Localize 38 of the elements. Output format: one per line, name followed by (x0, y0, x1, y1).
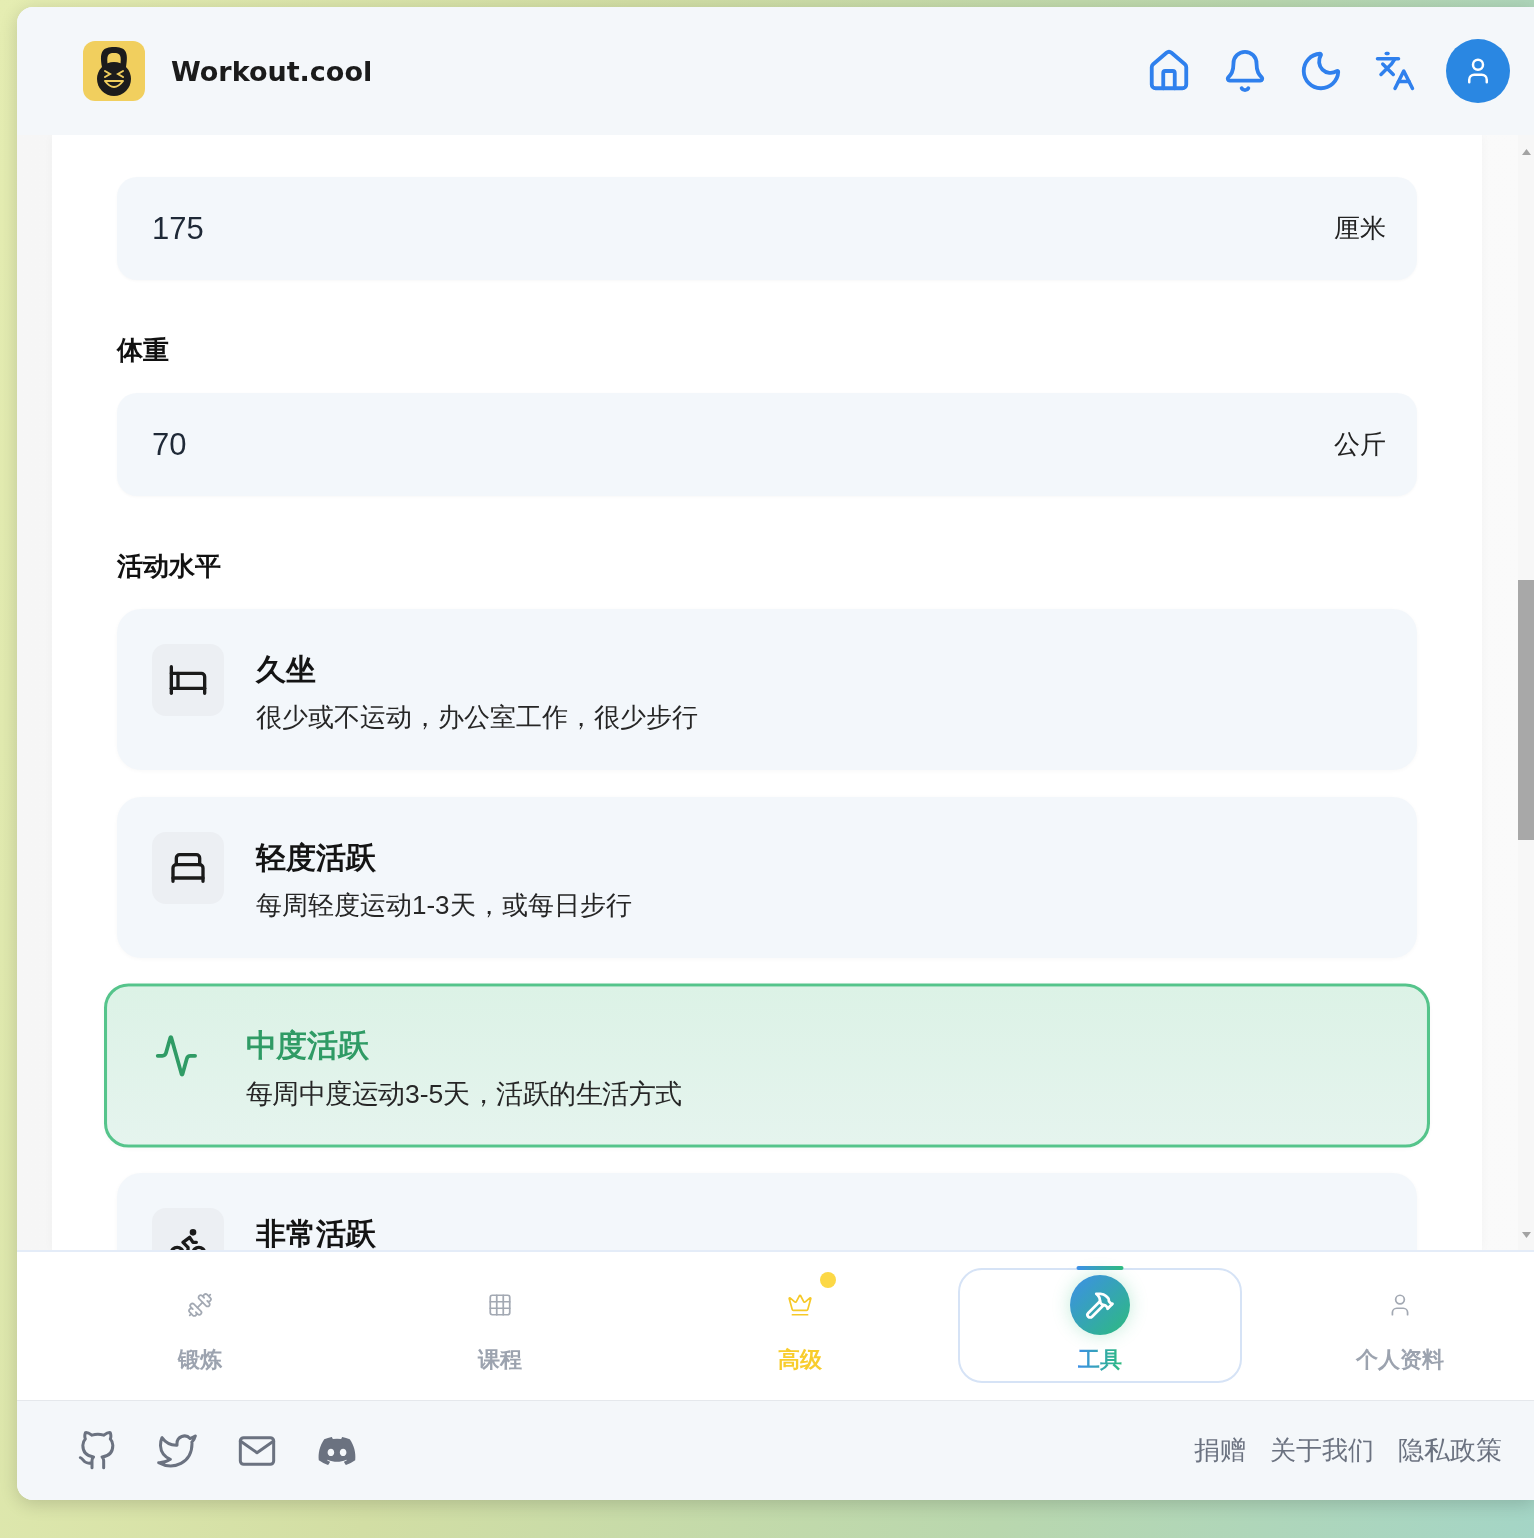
scrollbar-thumb[interactable] (1518, 580, 1534, 840)
field-label: 活动水平 (117, 550, 222, 583)
option-description: 每周中度运动3-5天，活跃的生活方式 (245, 1077, 682, 1111)
option-title: 中度活跃 (245, 1027, 370, 1064)
nav-tab[interactable]: 工具 (958, 1268, 1242, 1383)
grid-icon (487, 1292, 513, 1318)
footer-link[interactable]: 隐私政策 (1398, 1433, 1502, 1468)
option-title: 轻度活跃 (256, 840, 377, 876)
footer-link[interactable]: 关于我们 (1270, 1433, 1374, 1468)
activity-option-card[interactable]: 非常活跃 (117, 1173, 1417, 1250)
activity-option-card[interactable]: 轻度活跃 每周轻度运动1-3天，或每日步行 (117, 797, 1417, 958)
option-title: 久坐 (256, 652, 317, 688)
footer-link[interactable]: 捐赠 (1194, 1433, 1246, 1468)
kettlebell-logo-icon[interactable] (83, 41, 145, 101)
bed-icon (152, 644, 224, 716)
translate-icon[interactable] (1374, 50, 1416, 92)
pulse-line-icon (154, 1033, 199, 1079)
scroll-down-arrow-icon[interactable] (1522, 1232, 1531, 1238)
dumbbell-icon (187, 1292, 213, 1318)
crown-icon (787, 1292, 813, 1318)
github-icon[interactable] (77, 1430, 117, 1471)
hammer-icon (1070, 1275, 1130, 1335)
field-label: 体重 (117, 334, 170, 367)
unit-label: 公斤 (1334, 428, 1386, 461)
option-title: 非常活跃 (256, 1216, 376, 1250)
activity-option-card[interactable]: 中度活跃 每周中度运动3-5天，活跃的生活方式 (104, 983, 1430, 1148)
option-description: 每周轻度运动1-3天，或每日步行 (256, 889, 632, 922)
number-input-field[interactable]: 175 厘米 (117, 177, 1417, 280)
bed-icon (152, 832, 224, 904)
scroll-up-arrow-icon[interactable] (1522, 149, 1531, 155)
unit-label: 厘米 (1334, 212, 1386, 245)
nav-tab[interactable]: 课程 (358, 1268, 642, 1383)
option-description: 很少或不运动，办公室工作，很少步行 (256, 701, 698, 734)
app-title[interactable]: Workout.cool (171, 55, 373, 87)
nav-tab[interactable]: 锻炼 (58, 1268, 342, 1383)
activity-option-card[interactable]: 久坐 很少或不运动，办公室工作，很少步行 (117, 609, 1417, 770)
number-input-field[interactable]: 70 公斤 (117, 393, 1417, 496)
nav-tab[interactable]: 个人资料 (1258, 1268, 1534, 1383)
